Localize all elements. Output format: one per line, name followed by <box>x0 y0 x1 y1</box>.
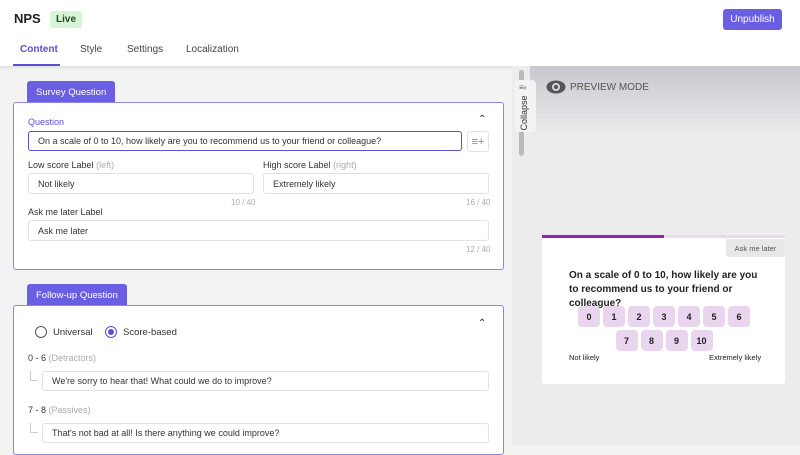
ask-later-input[interactable]: Ask me later <box>28 220 489 241</box>
high-score-label: High score Label (right) <box>263 160 357 170</box>
preview-mode-label: PREVIEW MODE <box>570 82 649 93</box>
unpublish-button[interactable]: Unpublish <box>723 9 782 30</box>
tab-settings[interactable]: Settings <box>127 44 163 55</box>
radio-score-based-label: Score-based <box>123 327 177 338</box>
ask-later-label: Ask me later Label <box>28 207 103 217</box>
passives-label: 7 - 8 (Passives) <box>28 405 91 415</box>
passives-range: 7 - 8 <box>28 405 47 415</box>
radio-score-based[interactable] <box>105 326 117 338</box>
score-buttons: 0 1 2 3 4 5 6 7 8 9 10 <box>574 306 754 351</box>
detractors-name: (Detractors) <box>48 353 97 363</box>
collapse-chevron-icon[interactable]: ⌃ <box>478 318 486 329</box>
high-score-counter: 16 / 40 <box>466 198 491 207</box>
low-score-counter: 10 / 40 <box>231 198 256 207</box>
tab-localization[interactable]: Localization <box>186 44 239 55</box>
high-score-input[interactable]: Extremely likely <box>263 173 489 194</box>
survey-preview-card: Ask me later On a scale of 0 to 10, how … <box>542 235 785 384</box>
passives-input[interactable]: That's not bad at all! Is there anything… <box>42 423 489 443</box>
progress-bar <box>542 235 664 238</box>
score-button-0[interactable]: 0 <box>578 306 600 327</box>
high-label-preview: Extremely likely <box>709 353 762 362</box>
low-score-hint: (left) <box>96 160 115 170</box>
score-button-1[interactable]: 1 <box>603 306 625 327</box>
score-button-5[interactable]: 5 <box>703 306 725 327</box>
tab-style[interactable]: Style <box>80 44 102 55</box>
active-tab-indicator <box>13 64 60 66</box>
follow-up-tab: Follow-up Question <box>27 284 127 305</box>
survey-title: NPS <box>14 11 41 26</box>
high-score-label-text: High score Label <box>263 160 331 170</box>
high-score-hint: (right) <box>333 160 357 170</box>
score-button-8[interactable]: 8 <box>640 330 663 351</box>
ask-later-counter: 12 / 40 <box>466 245 491 254</box>
status-badge: Live <box>50 11 83 28</box>
detractors-range: 0 - 6 <box>28 353 47 363</box>
score-button-10[interactable]: 10 <box>690 330 713 351</box>
header: NPS Live Unpublish Content Style Setting… <box>0 0 800 66</box>
score-button-4[interactable]: 4 <box>678 306 700 327</box>
passives-name: (Passives) <box>48 405 91 415</box>
radio-universal-label: Universal <box>53 327 93 338</box>
score-button-2[interactable]: 2 <box>628 306 650 327</box>
low-score-label-text: Low score Label <box>28 160 94 170</box>
score-button-3[interactable]: 3 <box>653 306 675 327</box>
collapse-chevron-icon[interactable]: ⌃ <box>478 114 486 125</box>
detractors-input[interactable]: We're sorry to hear that! What could we … <box>42 371 489 391</box>
score-button-6[interactable]: 6 <box>728 306 750 327</box>
tab-content[interactable]: Content <box>20 44 58 55</box>
tree-elbow-icon <box>30 371 38 381</box>
collapse-label: Collapse <box>519 95 529 131</box>
score-button-7[interactable]: 7 <box>615 330 638 351</box>
ask-later-button[interactable]: Ask me later <box>726 239 785 257</box>
preview-question: On a scale of 0 to 10, how likely are yo… <box>569 270 758 309</box>
low-score-input[interactable]: Not likely <box>28 173 254 194</box>
tree-elbow-icon <box>30 423 38 433</box>
radio-universal[interactable] <box>35 326 47 338</box>
collapse-button[interactable]: ≡› Collapse <box>514 80 536 132</box>
low-label-preview: Not likely <box>569 353 600 362</box>
insert-variable-icon[interactable]: ≡+ <box>467 131 489 152</box>
question-label: Question <box>28 117 65 127</box>
low-score-label: Low score Label (left) <box>28 160 114 170</box>
eye-icon <box>546 80 566 94</box>
survey-question-tab: Survey Question <box>27 81 116 102</box>
detractors-label: 0 - 6 (Detractors) <box>28 353 96 363</box>
score-button-9[interactable]: 9 <box>665 330 688 351</box>
question-input[interactable]: On a scale of 0 to 10, how likely are yo… <box>28 131 462 151</box>
